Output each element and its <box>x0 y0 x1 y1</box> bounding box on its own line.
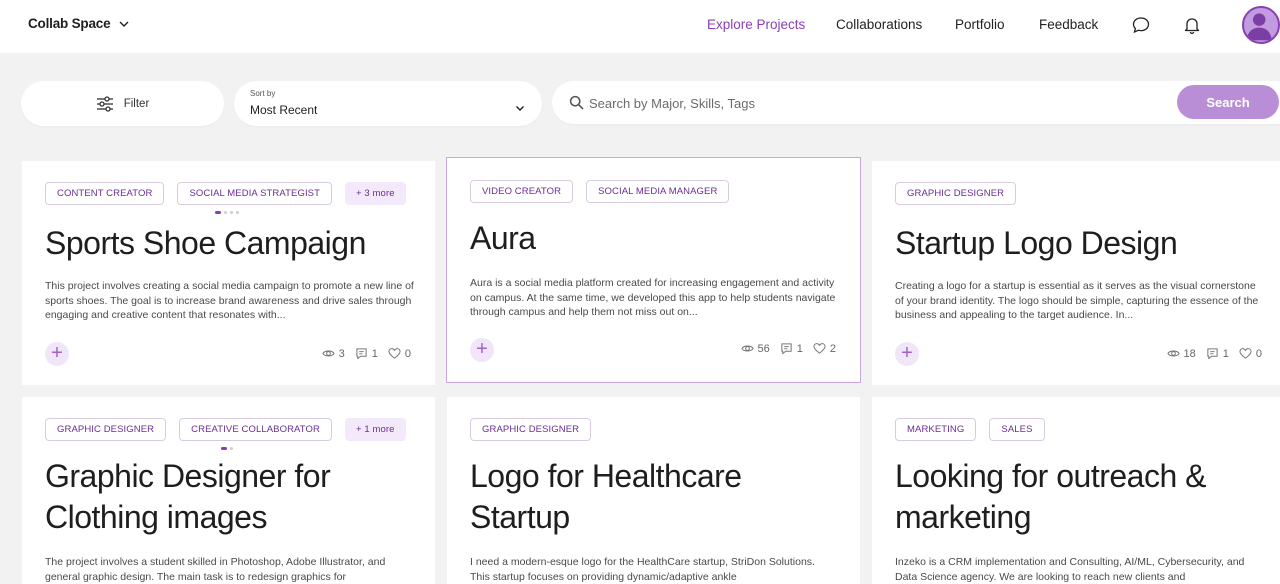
search-icon <box>569 95 584 110</box>
eye-icon <box>740 345 754 352</box>
user-avatar[interactable] <box>1242 6 1280 44</box>
nav-portfolio[interactable]: Portfolio <box>955 17 1005 32</box>
add-button[interactable]: + <box>895 342 919 366</box>
workspace-switcher[interactable]: Collab Space <box>28 16 130 31</box>
project-description: This project involves creating a social … <box>45 280 414 321</box>
project-title[interactable]: Looking for outreach & marketing <box>895 456 1265 538</box>
project-stats: 56 1 2 <box>740 342 836 355</box>
tag-pagination-dots <box>215 211 239 214</box>
chevron-down-icon <box>516 106 524 111</box>
comment-icon <box>1207 348 1218 360</box>
comments-stat[interactable]: 1 <box>780 342 803 355</box>
filter-label: Filter <box>123 97 150 110</box>
comments-count: 1 <box>371 347 378 360</box>
eye-icon <box>321 350 335 357</box>
project-card[interactable]: CONTENT CREATOR SOCIAL MEDIA STRATEGIST … <box>22 161 435 385</box>
search-button[interactable]: Search <box>1177 85 1279 119</box>
tag-list: MARKETING SALES <box>895 418 1045 441</box>
tag[interactable]: VIDEO CREATOR <box>470 180 574 203</box>
top-navigation-bar: Collab Space Explore Projects Collaborat… <box>0 0 1280 53</box>
project-card[interactable]: MARKETING SALES Looking for outreach & m… <box>872 397 1280 584</box>
filter-button[interactable]: Filter <box>21 81 224 126</box>
project-card[interactable]: GRAPHIC DESIGNER Startup Logo Design Cre… <box>872 161 1280 385</box>
views-stat: 18 <box>1166 347 1196 360</box>
bell-icon[interactable] <box>1182 15 1202 35</box>
views-stat: 3 <box>321 347 345 360</box>
tag-list: VIDEO CREATOR SOCIAL MEDIA MANAGER <box>470 180 730 203</box>
project-description: I need a modern-esque logo for the Healt… <box>470 556 815 583</box>
eye-icon <box>1166 350 1180 357</box>
project-description: Creating a logo for a startup is essenti… <box>895 280 1259 321</box>
views-stat: 56 <box>740 342 770 355</box>
heart-icon <box>813 343 826 354</box>
project-title[interactable]: Graphic Designer for Clothing images <box>45 456 415 538</box>
tag[interactable]: CONTENT CREATOR <box>45 182 165 205</box>
likes-stat[interactable]: 0 <box>388 347 411 360</box>
chevron-down-icon <box>119 21 129 27</box>
tag[interactable]: SOCIAL MEDIA STRATEGIST <box>177 182 333 205</box>
views-count: 3 <box>338 347 345 360</box>
nav-explore-projects[interactable]: Explore Projects <box>707 17 805 32</box>
heart-icon <box>388 348 401 359</box>
add-button[interactable]: + <box>470 338 494 362</box>
tag-list: GRAPHIC DESIGNER <box>470 418 592 441</box>
project-description: Inzeko is a CRM implementation and Consu… <box>895 556 1245 583</box>
project-stats: 3 1 0 <box>321 347 411 360</box>
sort-dropdown[interactable]: Sort by Most Recent <box>234 81 542 126</box>
project-title[interactable]: Sports Shoe Campaign <box>45 223 415 264</box>
project-description: Aura is a social media platform created … <box>470 277 836 318</box>
comments-stat[interactable]: 1 <box>1206 347 1229 360</box>
sort-value: Most Recent <box>250 103 318 117</box>
user-silhouette-icon <box>1246 13 1272 41</box>
comments-count: 1 <box>1222 347 1229 360</box>
tag-list: CONTENT CREATOR SOCIAL MEDIA STRATEGIST … <box>45 182 406 205</box>
nav-feedback[interactable]: Feedback <box>1039 17 1098 32</box>
project-card[interactable]: GRAPHIC DESIGNER Logo for Healthcare Sta… <box>447 397 860 584</box>
project-title[interactable]: Aura <box>470 218 840 259</box>
sliders-icon <box>96 95 113 112</box>
project-description: The project involves a student skilled i… <box>45 556 386 583</box>
brand-name: Collab Space <box>28 16 111 31</box>
tag[interactable]: CREATIVE COLLABORATOR <box>179 418 332 441</box>
tag[interactable]: SOCIAL MEDIA MANAGER <box>586 180 730 203</box>
tag[interactable]: GRAPHIC DESIGNER <box>895 182 1017 205</box>
tag-list: GRAPHIC DESIGNER CREATIVE COLLABORATOR +… <box>45 418 406 441</box>
tag[interactable]: SALES <box>989 418 1045 441</box>
nav-collaborations[interactable]: Collaborations <box>836 17 922 32</box>
likes-stat[interactable]: 2 <box>813 342 836 355</box>
more-tags-badge[interactable]: + 1 more <box>344 418 406 441</box>
tag-list: GRAPHIC DESIGNER <box>895 182 1017 205</box>
tag-pagination-dots <box>221 447 233 450</box>
search-input[interactable] <box>589 92 1149 114</box>
project-card[interactable]: GRAPHIC DESIGNER CREATIVE COLLABORATOR +… <box>22 397 435 584</box>
comment-icon <box>356 348 367 360</box>
views-count: 56 <box>757 342 770 355</box>
add-button[interactable]: + <box>45 342 69 366</box>
tag[interactable]: MARKETING <box>895 418 977 441</box>
heart-icon <box>1239 348 1252 359</box>
likes-stat[interactable]: 0 <box>1239 347 1262 360</box>
project-title[interactable]: Logo for Healthcare Startup <box>470 456 840 538</box>
comments-count: 1 <box>796 342 803 355</box>
comments-stat[interactable]: 1 <box>355 347 378 360</box>
search-bar <box>552 81 1280 124</box>
chat-bubble-icon[interactable] <box>1131 15 1151 35</box>
likes-count: 0 <box>404 347 411 360</box>
project-card[interactable]: VIDEO CREATOR SOCIAL MEDIA MANAGER Aura … <box>446 157 861 383</box>
project-title[interactable]: Startup Logo Design <box>895 223 1265 264</box>
project-stats: 18 1 0 <box>1166 347 1262 360</box>
tag[interactable]: GRAPHIC DESIGNER <box>470 418 592 441</box>
sort-caption: Sort by <box>250 89 276 98</box>
likes-count: 0 <box>1255 347 1262 360</box>
views-count: 18 <box>1183 347 1196 360</box>
more-tags-badge[interactable]: + 3 more <box>345 182 406 205</box>
tag[interactable]: GRAPHIC DESIGNER <box>45 418 167 441</box>
likes-count: 2 <box>829 342 836 355</box>
comment-icon <box>781 343 792 355</box>
